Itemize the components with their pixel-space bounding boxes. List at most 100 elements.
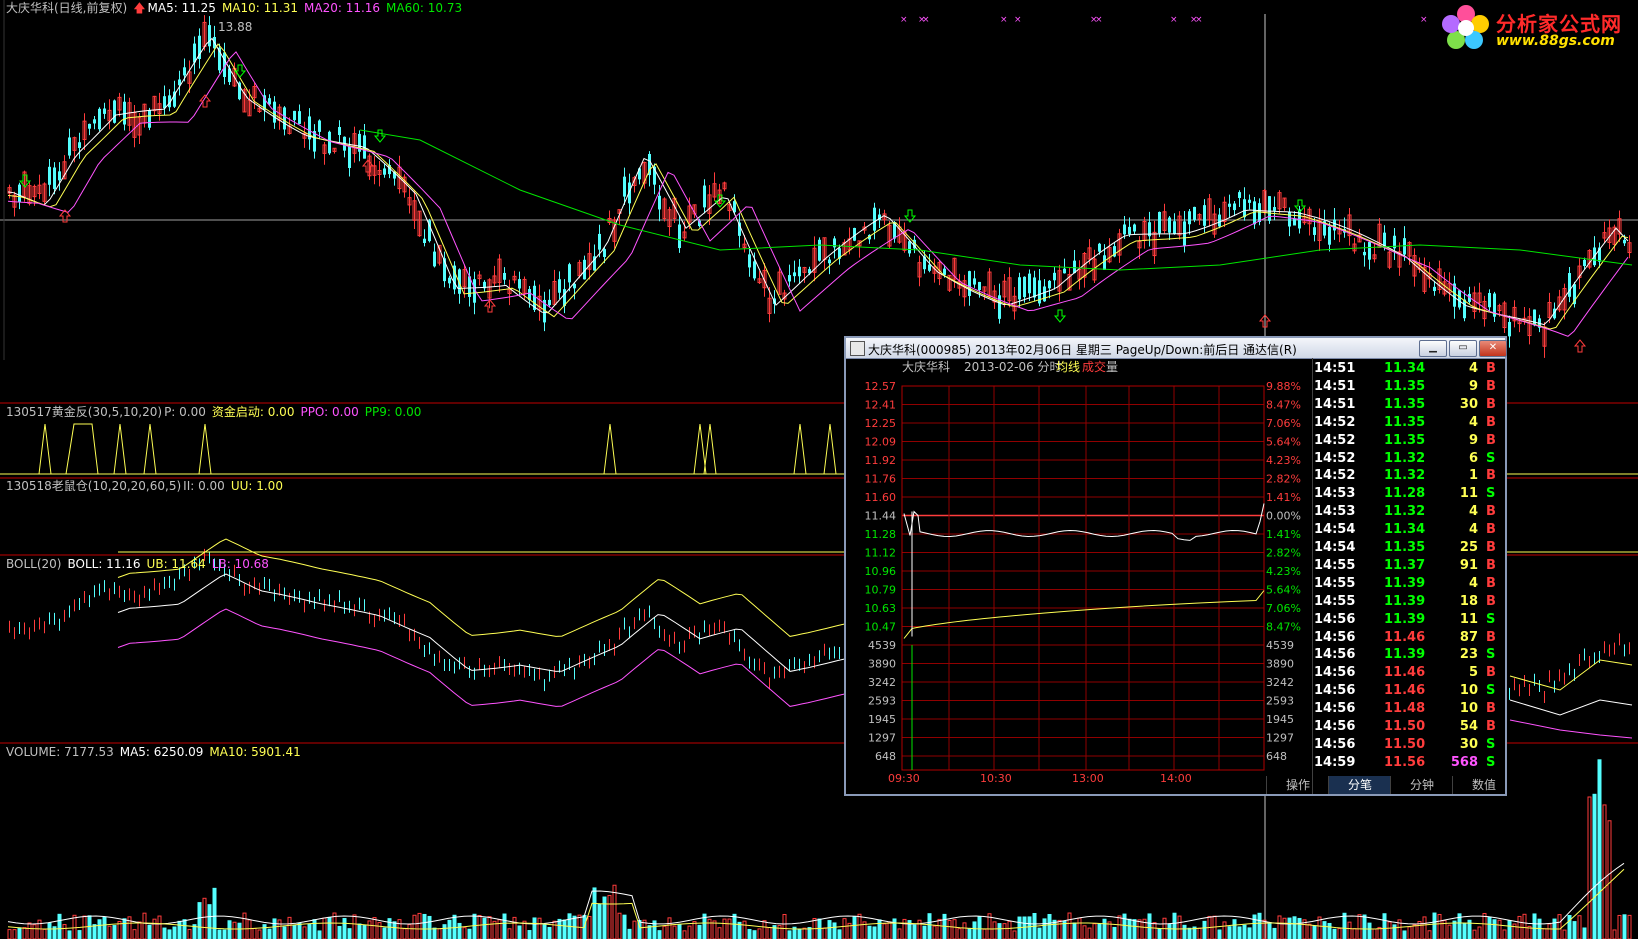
maximize-button[interactable]: ▭ <box>1449 340 1477 357</box>
close-button[interactable]: ✕ <box>1479 340 1507 357</box>
volume-bar <box>1277 915 1282 939</box>
tick-row[interactable]: 14:55 11.39 4 B <box>1314 575 1504 593</box>
candle-body <box>1243 199 1246 218</box>
volume-bar <box>1312 925 1317 939</box>
tick-row[interactable]: 14:52 11.32 6 S <box>1314 450 1504 468</box>
volume-bar <box>657 930 662 939</box>
tick-row[interactable]: 14:56 11.50 54 B <box>1314 718 1504 736</box>
tab-operate[interactable]: 操作 <box>1266 776 1329 794</box>
candle-body <box>1128 226 1131 235</box>
tick-row[interactable]: 14:51 11.34 4 B <box>1314 360 1504 378</box>
tick-side: B <box>1486 378 1496 394</box>
tick-row[interactable]: 14:51 11.35 9 B <box>1314 378 1504 396</box>
candle-body <box>1188 211 1191 225</box>
tick-row[interactable]: 14:56 11.46 87 B <box>1314 629 1504 647</box>
signal-spike <box>703 423 717 475</box>
volume-axis-label-right: 648 <box>1266 750 1287 763</box>
candle-body <box>1173 221 1176 234</box>
candle-body <box>383 168 386 175</box>
candle-body <box>1023 276 1026 298</box>
candle-body <box>208 25 211 47</box>
tab-values[interactable]: 数值 <box>1452 776 1515 794</box>
volume-bar <box>802 927 807 939</box>
tick-time: 14:56 <box>1314 683 1356 699</box>
candle-body <box>558 279 561 293</box>
volume-bar <box>1037 927 1042 939</box>
tick-row[interactable]: 14:56 11.46 10 S <box>1314 682 1504 700</box>
volume-bar <box>362 924 367 939</box>
candle-body <box>1168 217 1171 233</box>
tick-vol: 4 <box>1468 361 1478 376</box>
volume-bar <box>757 928 762 939</box>
volume-bar <box>442 924 447 939</box>
tick-row[interactable]: 14:55 11.37 91 B <box>1314 557 1504 575</box>
volume-bar <box>667 917 672 939</box>
pct-axis-label: 1.41% <box>1266 528 1301 541</box>
volume-bar <box>1132 919 1137 939</box>
volume-bar <box>687 925 692 939</box>
intraday-popup-window[interactable]: 大庆华科(000985) 2013年02月06日 星期三 PageUp/Down… <box>844 336 1507 796</box>
tick-row[interactable]: 14:52 11.35 9 B <box>1314 432 1504 450</box>
tick-row[interactable]: 14:59 11.56 568 S <box>1314 754 1504 772</box>
volume-bar <box>502 913 507 939</box>
candle-body <box>113 100 116 123</box>
volume-bar <box>552 920 557 939</box>
tab-minute[interactable]: 分钟 <box>1390 776 1453 794</box>
volume-bar <box>837 929 842 939</box>
tick-list[interactable]: 14:51 11.34 4 B 14:51 11.35 9 B 14:51 11.35 30 B 14:… <box>1314 360 1504 774</box>
tick-row[interactable]: 14:56 11.48 10 B <box>1314 700 1504 718</box>
volume-bar <box>877 919 882 939</box>
candle-body <box>1328 226 1331 245</box>
tick-price: 11.34 <box>1384 361 1426 376</box>
tick-row[interactable]: 14:51 11.35 30 B <box>1314 396 1504 414</box>
volume-bar <box>282 926 287 939</box>
volume-bar <box>1122 913 1127 939</box>
tick-price: 11.35 <box>1384 414 1426 430</box>
tick-row[interactable]: 14:56 11.39 11 S <box>1314 611 1504 629</box>
minimize-button[interactable]: ▁ <box>1419 340 1447 357</box>
tick-price: 11.39 <box>1384 611 1426 627</box>
tick-side: B <box>1486 432 1496 448</box>
tick-row[interactable]: 14:54 11.35 25 B <box>1314 539 1504 557</box>
tick-row[interactable]: 14:54 11.34 4 B <box>1314 521 1504 539</box>
volume-bar <box>592 887 597 939</box>
tick-row[interactable]: 14:52 11.35 4 B <box>1314 414 1504 432</box>
ma5-line <box>7 37 1629 326</box>
volume-bar <box>1137 919 1142 939</box>
candle-body <box>448 277 451 284</box>
volume-label-suffix: 量 <box>1106 360 1118 374</box>
candle-body <box>623 176 626 197</box>
tick-row[interactable]: 14:56 11.39 23 S <box>1314 646 1504 664</box>
tab-ticks[interactable]: 分笔 <box>1328 776 1391 794</box>
tick-row[interactable]: 14:53 11.28 11 S <box>1314 485 1504 503</box>
tick-row[interactable]: 14:56 11.50 30 S <box>1314 736 1504 754</box>
volume-bar <box>1407 926 1412 939</box>
signal-spike <box>198 423 212 475</box>
candle-body <box>68 137 71 156</box>
volume-axis-label: 4539 <box>868 639 896 652</box>
tick-row[interactable]: 14:55 11.39 18 B <box>1314 593 1504 611</box>
volume-bar <box>512 916 517 939</box>
popup-titlebar[interactable]: 大庆华科(000985) 2013年02月06日 星期三 PageUp/Down… <box>846 338 1507 359</box>
tick-time: 14:55 <box>1314 593 1356 609</box>
volume-bar <box>222 929 227 939</box>
volume-bar <box>272 918 277 939</box>
volume-bar <box>787 930 792 939</box>
volume-bar <box>1027 916 1032 939</box>
candle-body <box>1123 224 1126 235</box>
volume-bar <box>17 927 22 939</box>
volume-bar <box>1047 913 1052 939</box>
volume-bar <box>292 924 297 939</box>
tick-row[interactable]: 14:53 11.32 4 B <box>1314 503 1504 521</box>
tick-time: 14:56 <box>1314 665 1356 681</box>
tick-price: 11.35 <box>1384 378 1426 394</box>
volume-bar <box>867 925 872 939</box>
candle-body <box>193 43 196 63</box>
tick-price: 11.46 <box>1384 629 1426 645</box>
candle-body <box>1273 207 1276 211</box>
tick-row[interactable]: 14:56 11.46 5 B <box>1314 664 1504 682</box>
volume-bar <box>297 922 302 939</box>
tick-row[interactable]: 14:52 11.32 1 B <box>1314 467 1504 485</box>
tick-time: 14:56 <box>1314 647 1356 663</box>
volume-header: VOLUME: 7177.53 MA5: 6250.09 MA10: 5901.41 <box>6 745 307 759</box>
